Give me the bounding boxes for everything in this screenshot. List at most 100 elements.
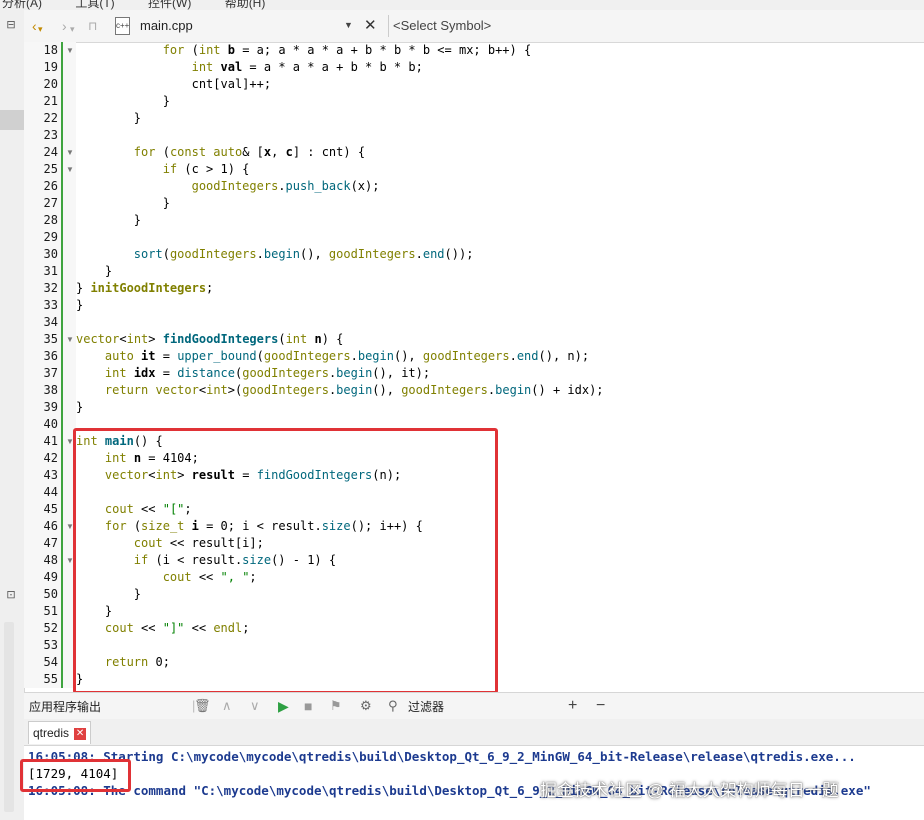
- code-token: end: [422, 247, 445, 261]
- zoom-out-icon[interactable]: −: [596, 697, 605, 715]
- line-number[interactable]: 24: [24, 144, 58, 161]
- line-number[interactable]: 48: [24, 552, 58, 569]
- forward-arrow-icon[interactable]: ›: [62, 16, 67, 36]
- code-line: }: [76, 110, 141, 127]
- forward-dropdown-icon[interactable]: ▾: [70, 19, 75, 39]
- line-number[interactable]: 50: [24, 586, 58, 603]
- next-icon[interactable]: ∨: [250, 697, 260, 715]
- code-token: begin: [263, 247, 300, 261]
- line-number[interactable]: 41: [24, 433, 58, 450]
- line-number[interactable]: 19: [24, 59, 58, 76]
- line-number[interactable]: 23: [24, 127, 58, 144]
- line-number[interactable]: 22: [24, 110, 58, 127]
- code-token: findGoodIntegers: [162, 332, 279, 346]
- line-number[interactable]: 47: [24, 535, 58, 552]
- code-token: return: [104, 383, 149, 397]
- line-number[interactable]: 34: [24, 314, 58, 331]
- code-token: (: [278, 332, 286, 346]
- code-line: cnt[val]++;: [76, 76, 271, 93]
- symbol-selector[interactable]: <Select Symbol>: [388, 15, 919, 37]
- code-token: b: [227, 43, 235, 57]
- line-number[interactable]: 43: [24, 467, 58, 484]
- code-token: }: [76, 264, 113, 278]
- code-token: .: [415, 247, 423, 261]
- line-number[interactable]: 44: [24, 484, 58, 501]
- line-number[interactable]: 28: [24, 212, 58, 229]
- line-number[interactable]: 27: [24, 195, 58, 212]
- close-tab-icon[interactable]: ✕: [74, 727, 87, 740]
- back-arrow-icon[interactable]: ‹: [32, 16, 37, 36]
- line-number[interactable]: 37: [24, 365, 58, 382]
- code-token: int: [198, 43, 221, 57]
- code-line: }: [76, 263, 112, 280]
- lock-icon[interactable]: ⊓: [88, 16, 97, 36]
- line-number[interactable]: 49: [24, 569, 58, 586]
- back-dropdown-icon[interactable]: ▾: [38, 19, 43, 39]
- code-token: int: [126, 332, 149, 346]
- menu-help[interactable]: 帮助(H): [225, 0, 266, 10]
- line-number[interactable]: 31: [24, 263, 58, 280]
- code-token: }: [76, 298, 84, 312]
- line-number[interactable]: 42: [24, 450, 58, 467]
- menu-analyze[interactable]: 分析(A): [2, 0, 42, 10]
- line-number[interactable]: 45: [24, 501, 58, 518]
- line-number[interactable]: 39: [24, 399, 58, 416]
- file-dropdown-icon[interactable]: ▼: [344, 20, 353, 30]
- close-document-icon[interactable]: ✕: [364, 16, 377, 36]
- line-number[interactable]: 32: [24, 280, 58, 297]
- line-number[interactable]: 52: [24, 620, 58, 637]
- run-icon[interactable]: ▶: [278, 697, 289, 715]
- code-token: push_back: [285, 179, 351, 193]
- line-number[interactable]: 54: [24, 654, 58, 671]
- search-icon[interactable]: ⚲: [388, 697, 398, 715]
- tab-qtredis[interactable]: qtredis ✕: [28, 721, 92, 744]
- settings-gear-icon[interactable]: ⚙: [360, 697, 372, 715]
- clear-icon[interactable]: 🗑: [194, 697, 211, 715]
- code-token: .: [509, 349, 517, 363]
- line-number[interactable]: 51: [24, 603, 58, 620]
- code-token: }: [76, 213, 142, 227]
- previous-icon[interactable]: ∧: [222, 697, 232, 715]
- line-number[interactable]: 30: [24, 246, 58, 263]
- line-number[interactable]: 55: [24, 671, 58, 688]
- fold-marker-icon[interactable]: ▼: [66, 161, 74, 178]
- code-token: = a * a * a + b * b * b;: [242, 60, 423, 74]
- line-number[interactable]: 26: [24, 178, 58, 195]
- zoom-in-icon[interactable]: +: [568, 697, 577, 715]
- filter-input[interactable]: 过滤器: [408, 698, 444, 715]
- fold-marker-icon[interactable]: ▼: [66, 42, 74, 59]
- line-number[interactable]: 40: [24, 416, 58, 433]
- expand-icon[interactable]: ⊡: [2, 586, 20, 604]
- collapse-icon[interactable]: ⊟: [2, 16, 20, 34]
- line-number[interactable]: 20: [24, 76, 58, 93]
- code-token: auto: [104, 349, 134, 363]
- code-token: cnt[val]++;: [76, 77, 272, 91]
- line-number[interactable]: 36: [24, 348, 58, 365]
- file-selector[interactable]: c++ main.cpp ▼: [112, 15, 354, 37]
- stop-icon[interactable]: ■: [304, 697, 312, 715]
- code-token: ) {: [321, 332, 344, 346]
- line-number[interactable]: 21: [24, 93, 58, 110]
- left-sidebar: ⊟ ⊡: [0, 10, 25, 820]
- attach-debugger-icon[interactable]: ⚑: [330, 697, 342, 715]
- fold-marker-icon[interactable]: ▼: [66, 331, 74, 348]
- line-number[interactable]: 53: [24, 637, 58, 654]
- line-number[interactable]: 29: [24, 229, 58, 246]
- line-number[interactable]: 33: [24, 297, 58, 314]
- code-token: <: [198, 383, 207, 397]
- line-number[interactable]: 35: [24, 331, 58, 348]
- menu-tools[interactable]: 工具(T): [75, 0, 114, 10]
- sidebar-scrollbar[interactable]: [4, 622, 14, 812]
- line-number[interactable]: 46: [24, 518, 58, 535]
- menu-widgets[interactable]: 控件(W): [148, 0, 191, 10]
- line-number[interactable]: 38: [24, 382, 58, 399]
- fold-marker-icon[interactable]: ▼: [66, 144, 74, 161]
- code-token: int: [285, 332, 308, 346]
- code-token: }: [76, 281, 91, 295]
- code-token: goodIntegers: [242, 366, 329, 380]
- line-number[interactable]: 25: [24, 161, 58, 178]
- line-number[interactable]: 18: [24, 42, 58, 59]
